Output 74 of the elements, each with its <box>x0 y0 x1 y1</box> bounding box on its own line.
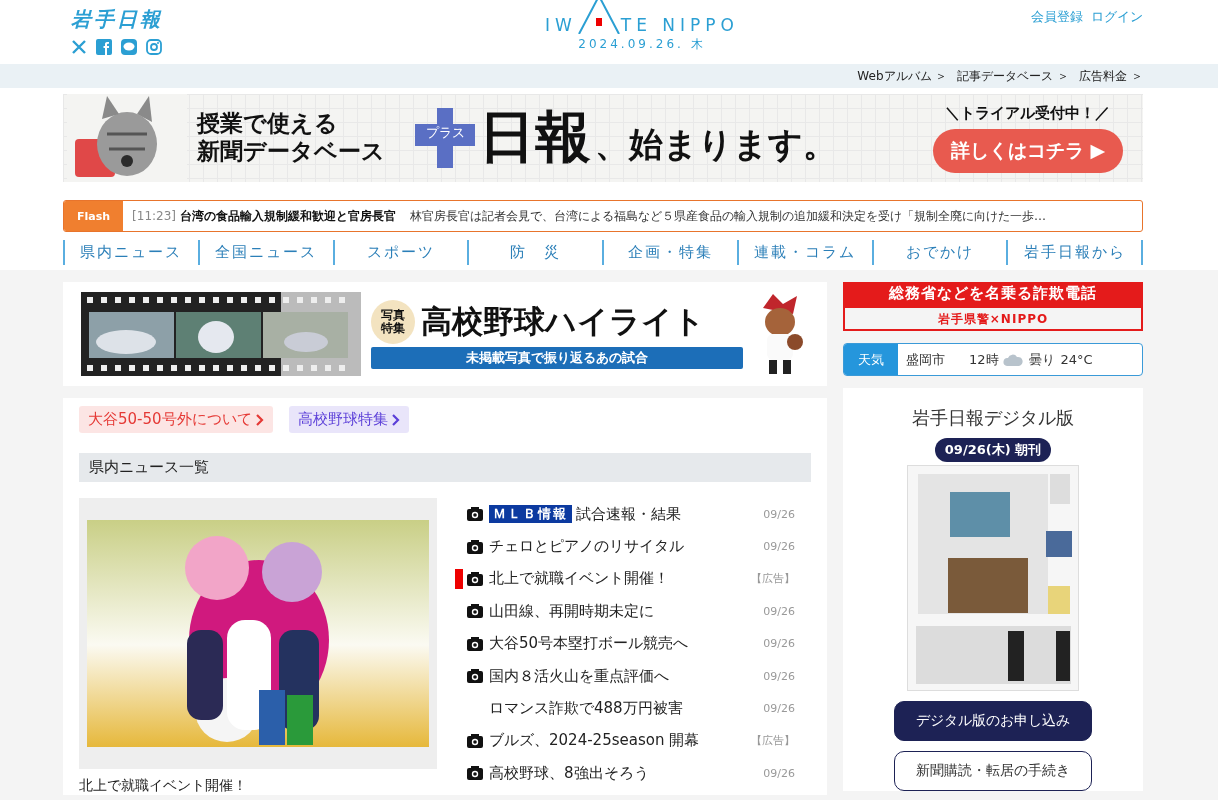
chat-bubble-icon[interactable] <box>121 39 137 55</box>
news-date: 09/26 <box>762 669 795 683</box>
news-headline[interactable]: ロマンス詐欺で488万円被害 <box>489 699 739 719</box>
news-date: 【広告】 <box>750 571 795 587</box>
category-label: ＭＬＢ情報 <box>489 505 572 524</box>
promo-tagline: 、始まります。 <box>595 123 837 166</box>
flash-label: Flash <box>64 201 124 231</box>
news-headline[interactable]: 国内８活火山を重点評価へ <box>489 666 739 686</box>
news-headline[interactable]: 試合速報・結果 <box>576 504 739 524</box>
header-link[interactable]: 記事データベース ＞ <box>957 67 1070 85</box>
weather-bar[interactable]: 天気 盛岡市 12時 曇り 24°C <box>843 343 1143 376</box>
digital-title: 岩手日報デジタル版 <box>912 406 1074 430</box>
facebook-icon[interactable] <box>96 39 112 55</box>
cloud-icon <box>1002 353 1023 366</box>
feature-badge: 写真 特集 <box>371 299 415 344</box>
promo-text: 授業で使える <box>197 110 339 138</box>
weather-time: 12時 <box>969 350 999 369</box>
weather-city: 盛岡市 <box>906 350 945 369</box>
topic-tag[interactable]: 大谷50-50号外について <box>79 406 273 433</box>
flash-summary: 林官房長官は記者会見で、台湾による福島など５県産食品の輸入規制の追加緩和決定を受け「規制全廃に向けた一歩… <box>410 207 1047 225</box>
nav-item[interactable]: スポーツ <box>332 240 468 265</box>
weather-condition: 曇り <box>1028 350 1055 369</box>
nav-item[interactable]: 全国ニュース <box>197 240 333 265</box>
nav-item[interactable]: 岩手日報から <box>1006 240 1143 265</box>
nav-item[interactable]: 連載・コラム <box>736 240 872 265</box>
date-text: 2024.09.26. 木 <box>578 36 706 53</box>
nav-item[interactable]: 企画・特集 <box>602 240 737 265</box>
site-title: IW <box>545 17 577 34</box>
header-link[interactable]: 広告料金 ＞ <box>1079 67 1143 85</box>
site-title: TE NIPPO <box>620 17 739 34</box>
news-date: 09/26 <box>762 766 795 780</box>
edition-label: 09/26(木) 朝刊 <box>934 438 1052 462</box>
section-title: 県内ニュース一覧 <box>79 453 811 482</box>
news-date: 09/26 <box>762 702 795 716</box>
roof-icon <box>576 0 621 34</box>
news-headline[interactable]: 大谷50号本塁打ボール競売へ <box>489 634 739 654</box>
news-date: 【広告】 <box>750 733 795 749</box>
flash-headline[interactable]: 台湾の食品輸入規制緩和歓迎と官房長官 <box>180 207 397 225</box>
alert-title: 総務省などを名乗る詐欺電話 <box>845 284 1141 308</box>
subscribe-button[interactable]: 新聞購読・転居の手続き <box>894 751 1092 791</box>
news-date: 09/26 <box>762 507 795 521</box>
chevron-icon <box>391 413 400 426</box>
nav-item[interactable]: 防 災 <box>467 240 602 265</box>
news-headline[interactable]: 北上で就職イベント開催！ <box>489 569 739 589</box>
x-icon[interactable] <box>71 39 87 55</box>
feature-banner[interactable]: 写真 特集 高校野球ハイライト 未掲載写真で振り返るあの試合 <box>63 282 827 386</box>
feature-title: 高校野球ハイライト <box>421 301 705 341</box>
weather-label: 天気 <box>844 344 898 375</box>
featured-caption[interactable]: 北上で就職イベント開催！ <box>79 777 437 795</box>
plus-label: プラス <box>415 124 475 142</box>
alert-subtitle: 岩手県警×NIPPO <box>936 311 1050 328</box>
nav-item[interactable]: 県内ニュース <box>63 240 198 265</box>
details-button[interactable]: 詳しくはコチラ ▶ <box>932 128 1123 173</box>
feature-subtitle: 未掲載写真で振り返るあの試合 <box>371 346 743 369</box>
news-headline[interactable]: チェロとピアノのリサイタル <box>489 537 739 557</box>
promo-title: 日報 <box>479 103 591 171</box>
topic-tag[interactable]: 高校野球特集 <box>288 406 409 433</box>
promo-banner[interactable]: 授業で使える 新聞データベース プラス 日報、始まります。 ＼トライアル受付中！／ 詳しくはコチラ ▶ <box>63 94 1143 182</box>
instagram-icon[interactable] <box>146 39 162 55</box>
news-date: 09/26 <box>762 604 795 618</box>
nav-item[interactable]: おでかけ <box>871 240 1007 265</box>
news-date: 09/26 <box>762 540 795 554</box>
news-headline[interactable]: 山田線、再開時期未定に <box>489 601 739 621</box>
weather-temperature: 24°C <box>1060 352 1093 367</box>
promo-note: ＼トライアル受付中！／ <box>945 103 1111 123</box>
flash-time: [11:23] <box>132 209 177 223</box>
subscribe-button[interactable]: デジタル版のお申し込み <box>894 701 1092 741</box>
promo-text: 新聞データベース <box>197 138 385 166</box>
news-date: 09/26 <box>762 637 795 651</box>
alert-banner[interactable]: 総務省などを名乗る詐欺電話 岩手県警×NIPPO <box>843 282 1143 331</box>
news-headline[interactable]: ブルズ、2024-25season 開幕 <box>489 731 739 751</box>
header-link[interactable]: Webアルバム ＞ <box>857 67 948 85</box>
chevron-icon <box>255 413 264 426</box>
news-headline[interactable]: 高校野球、8強出そろう <box>489 763 739 783</box>
